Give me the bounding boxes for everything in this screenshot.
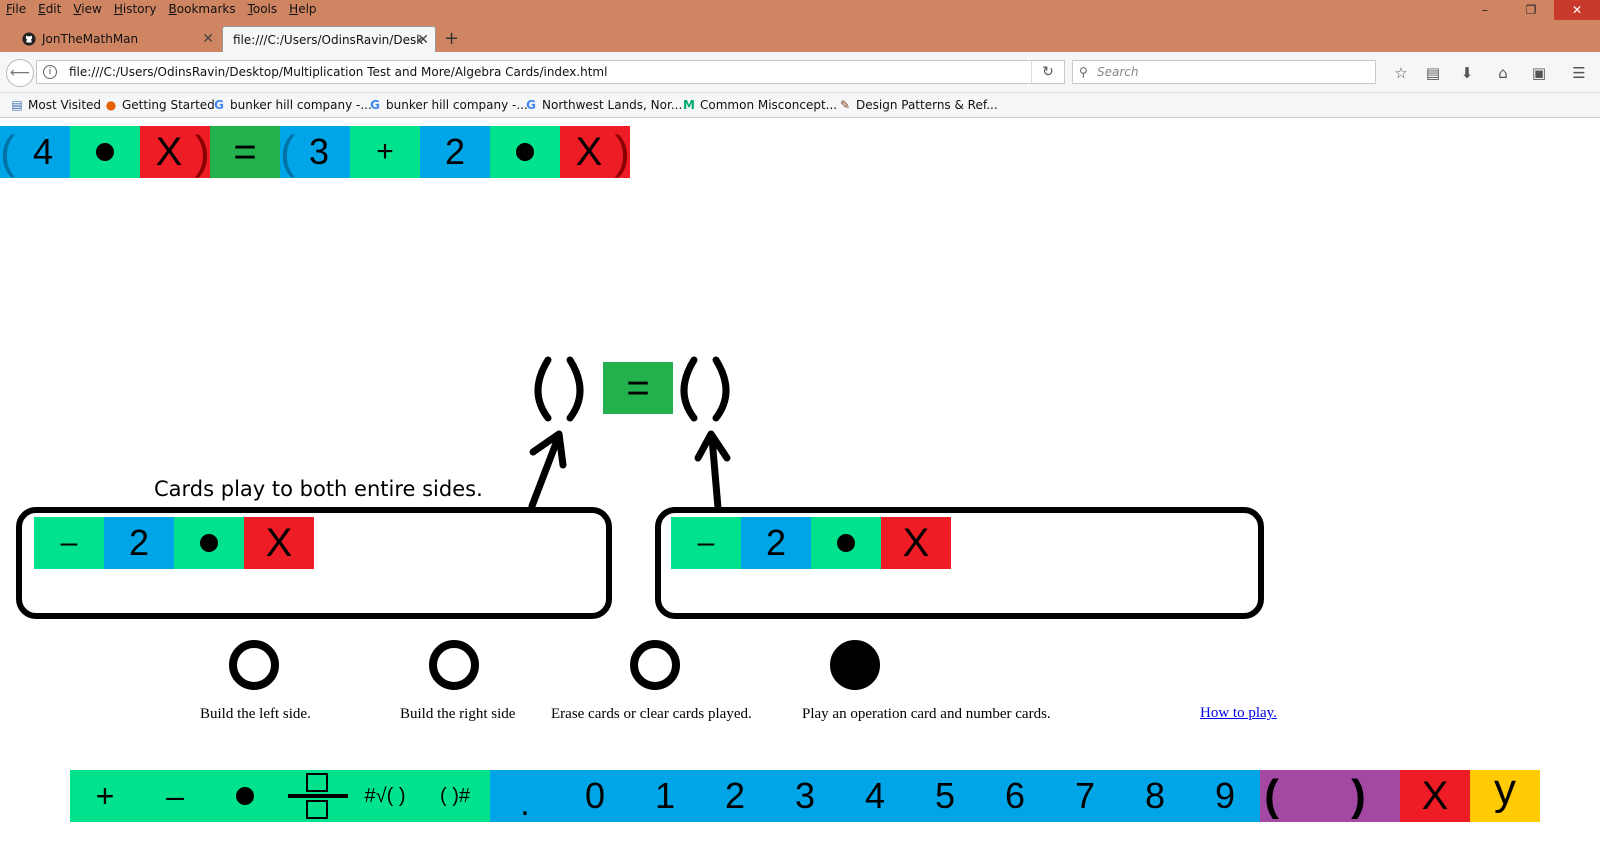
dot-operator-icon — [837, 533, 855, 552]
left-side-card[interactable]: X — [244, 517, 314, 569]
multiply-card[interactable] — [210, 770, 280, 822]
card-value: – — [60, 526, 78, 559]
card-value: X — [265, 521, 293, 565]
digit-card[interactable]: 6 — [980, 770, 1050, 822]
right-side-card[interactable] — [811, 517, 881, 569]
digit-card[interactable]: 7 — [1050, 770, 1120, 822]
decimal-card[interactable]: . — [490, 770, 560, 823]
exponent-card[interactable]: ( )# — [420, 770, 490, 822]
digit-card[interactable]: 3 — [770, 770, 840, 822]
equation-diagram — [528, 356, 731, 512]
card-value: 8 — [1144, 775, 1166, 816]
mode-build-left-label: Build the left side. — [200, 706, 311, 722]
card-value: 9 — [1214, 775, 1236, 816]
mode-erase-label: Erase cards or clear cards played. — [551, 706, 752, 722]
card-value: – — [697, 526, 715, 559]
left-side-card[interactable] — [174, 517, 244, 569]
card-value: 2 — [724, 775, 746, 816]
minus-card[interactable]: – — [140, 770, 210, 822]
plus-card[interactable]: + — [70, 770, 140, 822]
right-side-card[interactable]: X — [881, 517, 951, 569]
card-value: 4 — [864, 775, 886, 816]
digit-card[interactable]: 2 — [700, 770, 770, 822]
card-value: X — [1421, 774, 1449, 818]
digit-card[interactable]: 5 — [910, 770, 980, 822]
card-value: 2 — [765, 522, 787, 563]
right-side-box[interactable]: – 2 X — [655, 507, 1264, 619]
right-side-card[interactable]: – — [671, 517, 741, 569]
card-value: = — [626, 366, 650, 410]
left-side-box[interactable]: – 2 X — [16, 507, 612, 619]
mode-erase-radio[interactable] — [630, 640, 680, 690]
card-value: X — [902, 521, 930, 565]
left-side-open-paren — [534, 356, 552, 422]
right-side-card[interactable]: 2 — [741, 517, 811, 569]
parentheses-card[interactable]: ( ) — [1260, 770, 1400, 822]
mode-build-right-label: Build the right side — [400, 706, 516, 722]
card-value: 0 — [584, 775, 606, 816]
right-side-open-paren — [680, 356, 698, 422]
mode-build-right-radio[interactable] — [429, 640, 479, 690]
card-value: 7 — [1074, 775, 1096, 816]
digit-card[interactable]: 0 — [560, 770, 630, 822]
exponent-icon: ( )# — [440, 785, 470, 807]
card-value: 1 — [654, 775, 676, 816]
variable-y-card[interactable]: y — [1470, 765, 1540, 822]
dot-operator-icon — [200, 533, 218, 552]
mode-play-radio[interactable] — [830, 640, 880, 690]
card-value: 3 — [794, 775, 816, 816]
card-value: 2 — [128, 522, 150, 563]
mode-build-left-radio[interactable] — [229, 640, 279, 690]
card-value: + — [95, 778, 115, 814]
digit-card[interactable]: 8 — [1120, 770, 1190, 822]
digit-card[interactable]: 9 — [1190, 770, 1260, 822]
digit-card[interactable]: 1 — [630, 770, 700, 822]
left-side-close-paren — [566, 356, 584, 422]
card-value: 6 — [1004, 775, 1026, 816]
card-palette: + – #√( ) ( )# . 0 1 2 3 4 5 6 7 8 9 ( )… — [70, 765, 1544, 823]
left-side-card[interactable]: – — [34, 517, 104, 569]
root-icon: #√( ) — [364, 785, 406, 807]
card-value: y — [1494, 765, 1516, 814]
how-to-play-link[interactable]: How to play. — [1200, 705, 1277, 722]
card-value: – — [166, 778, 184, 814]
right-side-close-paren — [712, 356, 730, 422]
digit-card[interactable]: 4 — [840, 770, 910, 822]
root-card[interactable]: #√( ) — [350, 770, 420, 822]
parentheses-icon: ( ) — [1264, 771, 1396, 820]
instruction-note: Cards play to both entire sides. — [154, 477, 483, 501]
fraction-card[interactable] — [280, 770, 350, 822]
fraction-icon — [288, 773, 348, 819]
dot-operator-icon — [236, 786, 254, 805]
center-equals-card: = — [603, 362, 673, 414]
mode-play-label: Play an operation card and number cards. — [802, 706, 1051, 722]
card-value: . — [520, 785, 530, 823]
card-value: 5 — [934, 775, 956, 816]
variable-x-card[interactable]: X — [1400, 770, 1470, 822]
left-side-card[interactable]: 2 — [104, 517, 174, 569]
